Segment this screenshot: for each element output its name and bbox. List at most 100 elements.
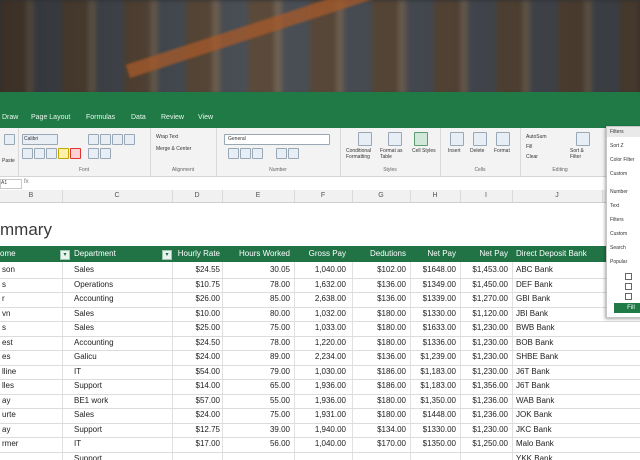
cell-deductions[interactable]: $186.00	[352, 379, 406, 394]
cell-gross-pay[interactable]: 1,936.00	[294, 379, 346, 394]
fx-icon[interactable]: fx	[24, 179, 29, 185]
cell-deductions[interactable]: $180.00	[352, 336, 406, 351]
wrap-text-button[interactable]: Wrap Text	[156, 134, 178, 140]
column-header-h[interactable]: H	[410, 190, 461, 202]
cell-net-pay[interactable]: $1336.00	[410, 336, 456, 351]
cell-hourly-rate[interactable]: $24.55	[172, 263, 220, 278]
format-as-table-icon[interactable]	[388, 132, 402, 146]
cell-deductions[interactable]: $180.00	[352, 307, 406, 322]
align-left-icon[interactable]	[88, 134, 99, 145]
cell-net-pay-2[interactable]: $1,230.00	[460, 336, 508, 351]
filter-apply-button[interactable]: Fill	[614, 303, 640, 313]
cell-hourly-rate[interactable]: $54.00	[172, 365, 220, 380]
checkbox-icon[interactable]	[625, 283, 632, 290]
column-header-i[interactable]: I	[460, 190, 513, 202]
decrease-decimal-icon[interactable]	[288, 148, 299, 159]
column-header-j[interactable]: J	[512, 190, 603, 202]
checkbox-icon[interactable]	[625, 273, 632, 280]
header-name[interactable]: ome	[0, 246, 58, 262]
cell-net-pay[interactable]: $1350.00	[410, 437, 456, 452]
menu-item-view[interactable]: View	[198, 114, 213, 121]
cell-name[interactable]: s	[2, 278, 60, 293]
column-header-e[interactable]: E	[222, 190, 295, 202]
cell-net-pay-2[interactable]: $1,356.00	[460, 379, 508, 394]
underline-icon[interactable]	[46, 148, 57, 159]
cell-net-pay-2[interactable]: $1,250.00	[460, 437, 508, 452]
cell-net-pay-2[interactable]: $1,450.00	[460, 278, 508, 293]
cell-hourly-rate[interactable]	[172, 452, 220, 460]
cell-department[interactable]: Galicu	[74, 350, 170, 365]
header-gross-pay[interactable]: Gross Pay	[294, 246, 346, 262]
filter-panel-item[interactable]: Popular	[610, 259, 627, 265]
cell-gross-pay[interactable]: 1,030.00	[294, 365, 346, 380]
filter-dropdown-icon[interactable]: ▾	[60, 250, 70, 260]
font-color-icon[interactable]	[70, 148, 81, 159]
cell-hourly-rate[interactable]: $26.00	[172, 292, 220, 307]
cell-hourly-rate[interactable]: $24.00	[172, 408, 220, 423]
cell-hourly-rate[interactable]: $10.75	[172, 278, 220, 293]
cell-hourly-rate[interactable]: $10.00	[172, 307, 220, 322]
cell-deductions[interactable]: $136.00	[352, 350, 406, 365]
menu-item-draw[interactable]: Draw	[2, 114, 18, 121]
indent-increase-icon[interactable]	[100, 148, 111, 159]
header-direct-deposit-bank[interactable]: Direct Deposit Bank	[516, 246, 606, 262]
filter-panel-item[interactable]: Color Filter	[610, 157, 634, 163]
header-hourly-rate[interactable]: Hourly Rate	[174, 246, 220, 262]
format-cells-icon[interactable]	[496, 132, 510, 146]
cell-net-pay-2[interactable]: $1,230.00	[460, 321, 508, 336]
cell-gross-pay[interactable]: 1,632.00	[294, 278, 346, 293]
cell-styles-icon[interactable]	[414, 132, 428, 146]
menu-item-formulas[interactable]: Formulas	[86, 114, 115, 121]
cell-bank[interactable]: SHBE Bank	[516, 350, 606, 365]
cell-department[interactable]: BE1 work	[74, 394, 170, 409]
cell-deductions[interactable]: $180.00	[352, 321, 406, 336]
cell-department[interactable]: Accounting	[74, 336, 170, 351]
cell-hours-worked[interactable]	[222, 452, 290, 460]
cell-gross-pay[interactable]: 1,220.00	[294, 336, 346, 351]
cell-net-pay[interactable]: $1633.00	[410, 321, 456, 336]
cell-department[interactable]: Accounting	[74, 292, 170, 307]
cell-bank[interactable]: WAB Bank	[516, 394, 606, 409]
cell-bank[interactable]: DEF Bank	[516, 278, 606, 293]
cell-hours-worked[interactable]: 89.00	[222, 350, 290, 365]
cell-name[interactable]: urte	[2, 408, 60, 423]
clear-button[interactable]: Clear	[526, 154, 538, 160]
cell-deductions[interactable]	[352, 452, 406, 460]
cell-name[interactable]: es	[2, 350, 60, 365]
comma-icon[interactable]	[252, 148, 263, 159]
header-department[interactable]: Department	[74, 246, 160, 262]
delete-cells-icon[interactable]	[473, 132, 487, 146]
cell-bank[interactable]: JOK Bank	[516, 408, 606, 423]
sort-filter-icon[interactable]	[576, 132, 590, 146]
filter-panel-item[interactable]: Filters	[610, 217, 624, 223]
cell-net-pay-2[interactable]	[460, 452, 508, 460]
format-label[interactable]: Format	[494, 148, 510, 154]
cell-gross-pay[interactable]: 2,638.00	[294, 292, 346, 307]
autosum-button[interactable]: AutoSum	[526, 134, 547, 140]
header-net-pay[interactable]: Net Pay	[410, 246, 456, 262]
cell-gross-pay[interactable]: 1,931.00	[294, 408, 346, 423]
justify-icon[interactable]	[124, 134, 135, 145]
cell-net-pay[interactable]: $1,183.00	[410, 379, 456, 394]
cell-bank[interactable]: YKK Bank	[516, 452, 606, 460]
cell-net-pay[interactable]: $1,183.00	[410, 365, 456, 380]
cell-gross-pay[interactable]	[294, 452, 346, 460]
cell-hours-worked[interactable]: 56.00	[222, 437, 290, 452]
conditional-formatting-icon[interactable]	[358, 132, 372, 146]
cell-net-pay[interactable]: $1330.00	[410, 307, 456, 322]
cell-hours-worked[interactable]: 80.00	[222, 307, 290, 322]
cell-deductions[interactable]: $170.00	[352, 437, 406, 452]
cell-net-pay-2[interactable]: $1,120.00	[460, 307, 508, 322]
cell-deductions[interactable]: $136.00	[352, 292, 406, 307]
filter-panel-item[interactable]: Custom	[610, 231, 627, 237]
column-header-b[interactable]: B	[0, 190, 63, 202]
cell-bank[interactable]: J6T Bank	[516, 365, 606, 380]
filter-panel-item[interactable]: Custom	[610, 171, 627, 177]
cell-hours-worked[interactable]: 78.00	[222, 278, 290, 293]
cell-hourly-rate[interactable]: $57.00	[172, 394, 220, 409]
cell-department[interactable]: Sales	[74, 307, 170, 322]
cell-net-pay-2[interactable]: $1,270.00	[460, 292, 508, 307]
cell-bank[interactable]: J6T Bank	[516, 379, 606, 394]
cell-hours-worked[interactable]: 78.00	[222, 336, 290, 351]
merge-center-button[interactable]: Merge & Center	[156, 146, 191, 152]
